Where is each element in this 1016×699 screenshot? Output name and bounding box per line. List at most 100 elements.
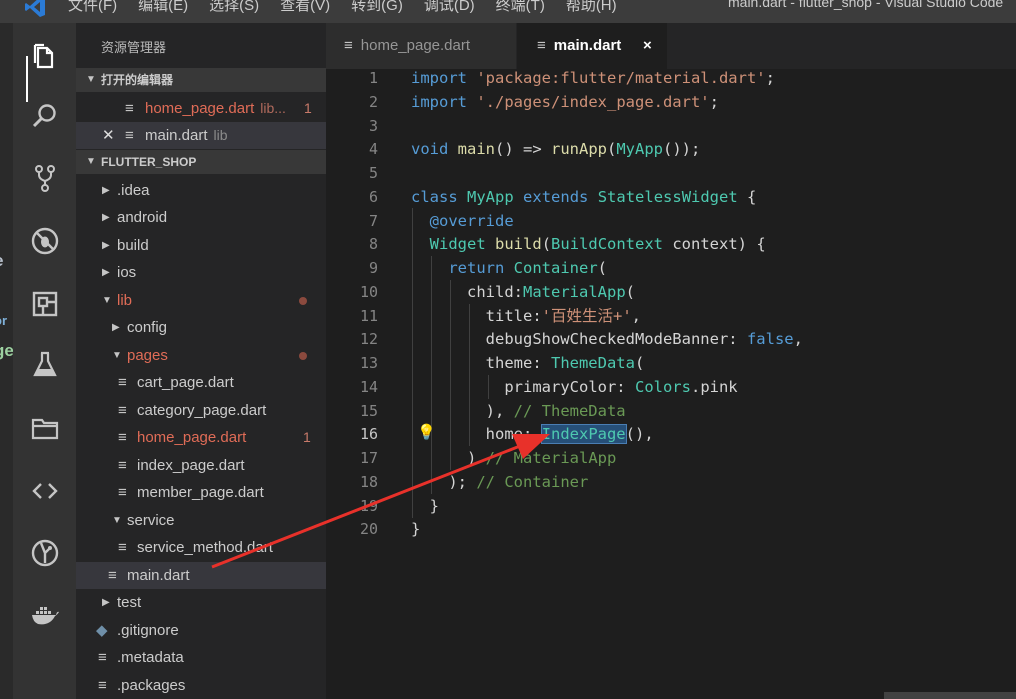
tab-main[interactable]: ≡ main.dart × [517,23,667,69]
tree-file-service-method[interactable]: ≡ service_method.dart [76,534,326,561]
chevron-right-icon: ▶ [102,212,110,223]
code-line-10: child:MaterialApp( [467,283,635,301]
close-icon[interactable]: ✕ [102,122,115,149]
code-line-1: import 'package:flutter/material.dart'; [411,69,775,87]
code-line-6: class MyApp extends StatelessWidget { [411,188,757,206]
chevron-right-icon: ▶ [102,597,110,608]
source-control-icon[interactable] [29,162,61,194]
open-editor-desc: lib... [260,100,286,116]
file-lines-icon: ≡ [125,100,134,117]
test-flask-icon[interactable] [29,349,61,381]
tree-file-packages[interactable]: ≡ .packages [76,672,326,699]
file-lines-icon: ≡ [118,484,127,501]
explorer-sidebar: 资源管理器 ▼ 打开的编辑器 ≡ home_page.dart lib... 1 … [76,23,326,699]
open-editor-main[interactable]: ✕ ≡ main.dart lib [76,122,326,149]
tree-folder-ios[interactable]: ▶ ios [76,259,326,286]
scrollbar-thumb[interactable] [884,692,1016,699]
code-line-7: @override [429,212,514,230]
code-line-20: } [411,520,421,538]
extensions-icon[interactable] [29,288,61,320]
code-line-18: ); // Container [448,473,589,491]
line-number: 3 [368,117,378,135]
remote-code-icon[interactable] [29,475,61,507]
tree-folder-idea[interactable]: ▶ .idea [76,177,326,204]
tab-home-page[interactable]: ≡ home_page.dart [326,23,516,69]
desktop-background-strip: e or ge [0,23,13,699]
menu-selection[interactable]: 选择(S) [209,0,259,15]
tree-folder-android[interactable]: ▶ android [76,204,326,231]
menu-debug[interactable]: 调试(D) [424,0,475,15]
menu-go[interactable]: 转到(G) [351,0,403,15]
code-line-17: ) // MaterialApp [467,449,617,467]
open-editor-home-page[interactable]: ≡ home_page.dart lib... 1 [76,95,326,122]
menu-view[interactable]: 查看(V) [280,0,330,15]
file-lines-icon: ≡ [118,374,127,391]
code-editor[interactable]: 1 2 3 4 5 6 7 8 9 10 11 12 13 14 15 16 1… [326,69,1016,699]
tree-file-main[interactable]: ≡ main.dart [76,562,326,589]
tree-file-home-page[interactable]: ≡ home_page.dart 1 [76,424,326,451]
line-number: 5 [368,164,378,182]
active-indicator [26,56,28,102]
problem-count-badge: 1 [304,100,312,116]
tree-file-cart-page[interactable]: ≡ cart_page.dart [76,369,326,396]
tree-folder-pages[interactable]: ▼ pages [76,342,326,369]
lightbulb-icon[interactable]: 💡 [417,423,436,441]
code-line-14: primaryColor: Colors.pink [504,378,738,396]
tree-folder-build[interactable]: ▶ build [76,232,326,259]
line-number: 20 [359,520,378,538]
docker-icon[interactable] [29,599,61,631]
code-line-15: ), // ThemeData [485,402,626,420]
code-line-2: import './pages/index_page.dart'; [411,93,719,111]
tree-folder-config[interactable]: ▶ config [76,314,326,341]
file-lines-icon: ≡ [108,567,117,584]
tree-folder-lib[interactable]: ▼ lib [76,287,326,314]
line-number: 13 [359,354,378,372]
menu-help[interactable]: 帮助(H) [566,0,617,15]
tree-file-metadata[interactable]: ≡ .metadata [76,644,326,671]
code-line-8: Widget build(BuildContext context) { [429,235,766,253]
menu-file[interactable]: 文件(F) [68,0,117,15]
file-lines-icon: ≡ [98,677,107,694]
menu-edit[interactable]: 编辑(E) [138,0,188,15]
open-editors-header[interactable]: ▼ 打开的编辑器 [76,68,326,92]
vscode-logo-icon [25,0,45,17]
search-icon[interactable] [29,100,61,132]
chevron-down-icon: ▼ [86,74,96,85]
line-number: 4 [368,140,378,158]
line-number: 18 [359,473,378,491]
menu-terminal[interactable]: 终端(T) [496,0,545,15]
selected-identifier: IndexPage [540,424,627,444]
code-line-9: return Container( [448,259,608,277]
tree-folder-service[interactable]: ▼ service [76,507,326,534]
title-bar: 文件(F) 编辑(E) 选择(S) 查看(V) 转到(G) 调试(D) 终端(T… [0,0,1016,23]
line-number: 6 [368,188,378,206]
chevron-right-icon: ▶ [102,185,110,196]
chevron-down-icon: ▼ [112,350,122,361]
file-lines-icon: ≡ [118,402,127,419]
tree-folder-test[interactable]: ▶ test [76,589,326,616]
file-lines-icon: ≡ [537,37,546,54]
tree-file-index-page[interactable]: ≡ index_page.dart [76,452,326,479]
file-lines-icon: ≡ [118,429,127,446]
debug-icon[interactable] [29,225,61,257]
chevron-right-icon: ▶ [112,322,120,333]
line-number: 2 [368,93,378,111]
git-graph-icon[interactable] [29,537,61,569]
line-number: 1 [368,69,378,87]
tree-file-member-page[interactable]: ≡ member_page.dart [76,479,326,506]
files-icon[interactable] [29,40,61,72]
tree-file-category-page[interactable]: ≡ category_page.dart [76,397,326,424]
code-line-11: title:'百姓生活+', [485,307,641,325]
close-icon[interactable]: × [643,23,652,69]
modified-dot [299,297,307,305]
open-editor-name: home_page.dart [145,100,255,117]
project-header[interactable]: ▼ FLUTTER_SHOP [76,150,326,174]
file-lines-icon: ≡ [125,127,134,144]
tree-file-gitignore[interactable]: ◆ .gitignore [76,617,326,644]
line-number: 14 [359,378,378,396]
chevron-right-icon: ▶ [102,240,110,251]
file-lines-icon: ≡ [98,649,107,666]
folder-icon[interactable] [29,412,61,444]
code-line-12: debugShowCheckedModeBanner: false, [485,330,803,348]
line-number: 7 [368,212,378,230]
